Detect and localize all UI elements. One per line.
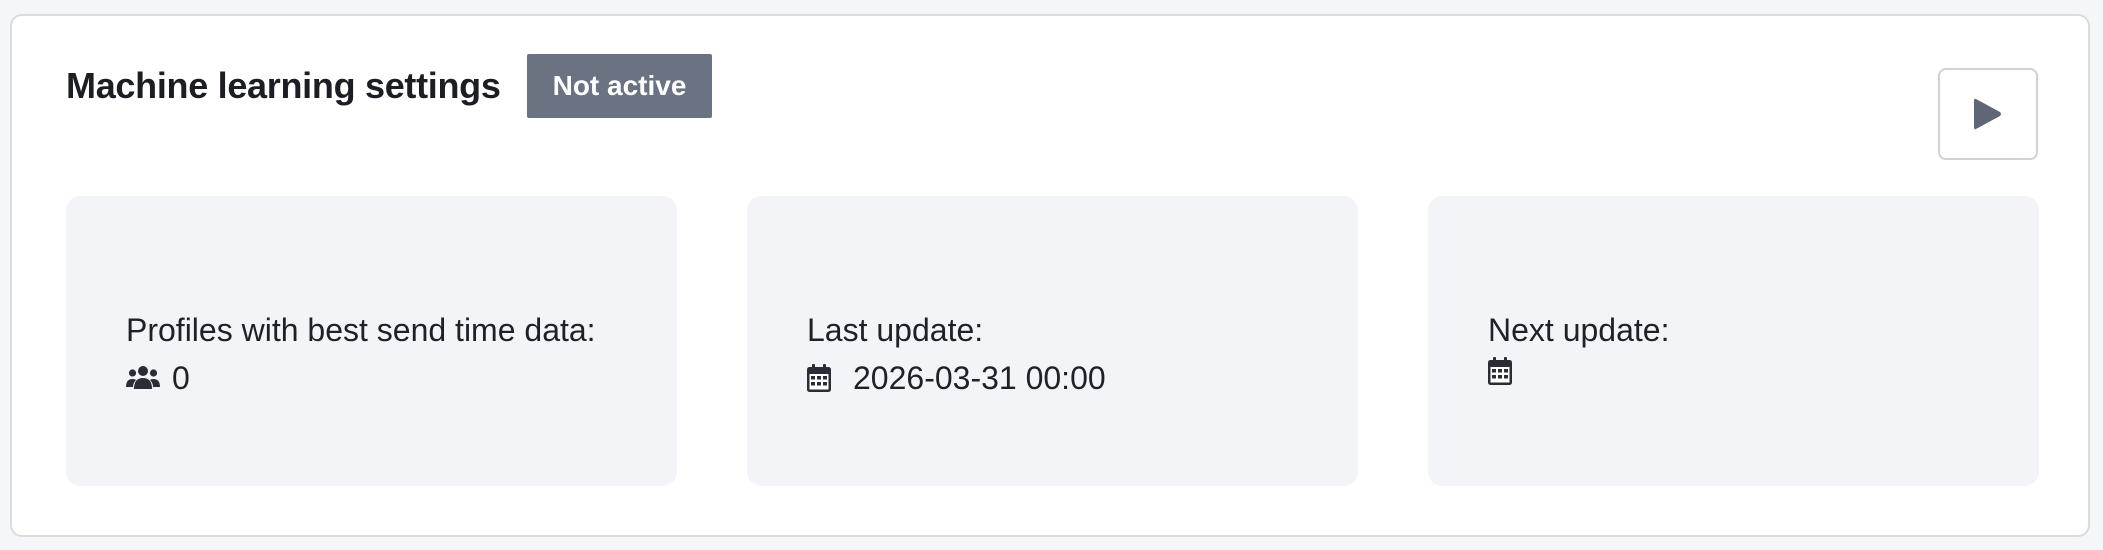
card-header: Machine learning settings Not active xyxy=(66,54,713,118)
ml-settings-card: Machine learning settings Not active Pro… xyxy=(10,14,2090,537)
start-button[interactable] xyxy=(1938,68,2038,160)
next-update-tile: Next update: xyxy=(1428,196,2039,486)
profiles-label: Profiles with best send time data: xyxy=(126,312,596,348)
last-update-datetime: 2026-03-31 00:00 xyxy=(853,360,1106,396)
play-icon xyxy=(1974,98,2001,130)
profiles-count: 0 xyxy=(172,360,190,396)
last-update-label: Last update: xyxy=(807,312,984,348)
next-update-label: Next update: xyxy=(1488,312,1670,348)
next-update-value-row xyxy=(1488,357,2039,385)
profiles-tile: Profiles with best send time data: 0 xyxy=(66,196,677,486)
calendar-icon xyxy=(1488,357,1522,385)
status-badge: Not active xyxy=(526,54,713,118)
users-icon xyxy=(126,365,160,391)
page-title: Machine learning settings xyxy=(66,65,501,106)
calendar-icon xyxy=(807,364,841,392)
profiles-value-row: 0 xyxy=(126,357,677,399)
last-update-value-row: 2026-03-31 00:00 xyxy=(807,357,1358,399)
stats-row: Profiles with best send time data: 0 Las… xyxy=(66,196,2039,486)
last-update-tile: Last update: 2026-03-31 00:00 xyxy=(747,196,1358,486)
